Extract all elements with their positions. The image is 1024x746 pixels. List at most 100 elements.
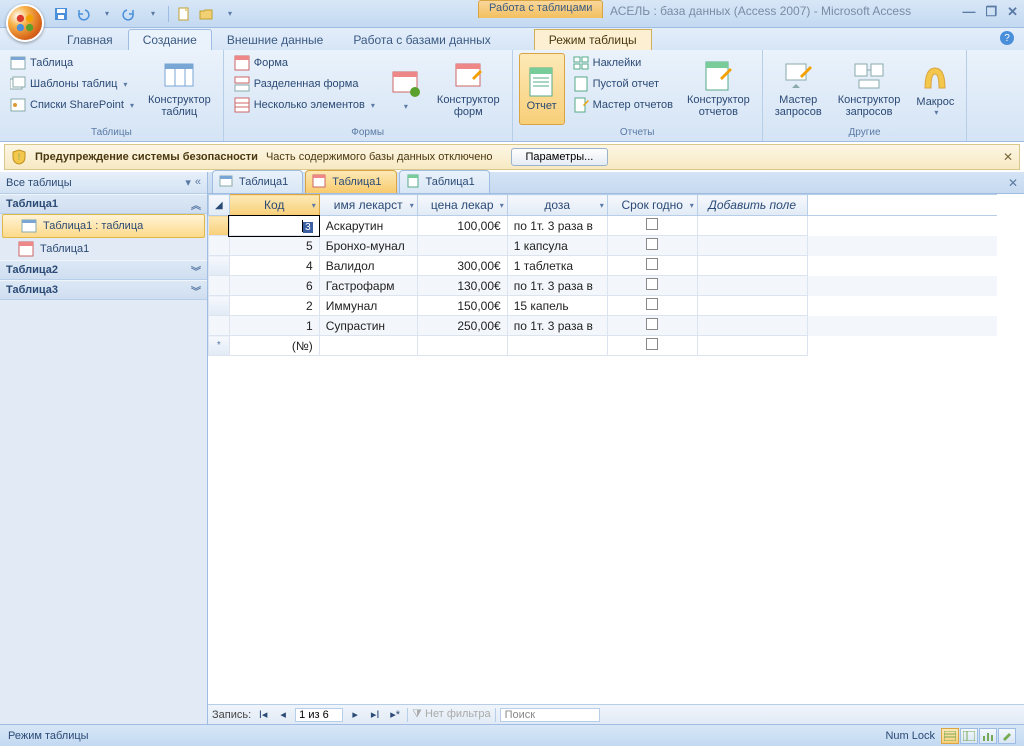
tab-external-data[interactable]: Внешние данные xyxy=(212,29,339,50)
dropdown-icon[interactable]: ▾ xyxy=(312,201,316,210)
recnav-next-icon[interactable]: ▸ xyxy=(347,708,363,721)
recnav-first-icon[interactable]: I◂ xyxy=(255,708,271,721)
cell-empty[interactable] xyxy=(507,336,607,356)
btn-table-designer[interactable]: Конструктор таблиц xyxy=(142,53,217,125)
recnav-last-icon[interactable]: ▸I xyxy=(367,708,383,721)
btn-table-templates[interactable]: Шаблоны таблиц▾ xyxy=(6,74,138,94)
cell-expiry[interactable] xyxy=(607,256,697,276)
checkbox-icon[interactable] xyxy=(646,238,658,250)
cell-name[interactable]: Иммунал xyxy=(319,296,417,316)
recnav-new-icon[interactable]: ▸* xyxy=(387,708,403,721)
cell-dose[interactable]: 1 капсула xyxy=(507,236,607,256)
tab-home[interactable]: Главная xyxy=(52,29,128,50)
redo-dropdown-icon[interactable]: ▾ xyxy=(144,5,162,23)
cell-price[interactable]: 100,00€ xyxy=(417,216,507,236)
cell-price[interactable]: 250,00€ xyxy=(417,316,507,336)
cell-code[interactable]: 1 xyxy=(229,316,319,336)
row-selector[interactable] xyxy=(209,216,230,236)
btn-report-designer[interactable]: Конструктор отчетов xyxy=(681,53,756,125)
recnav-search-input[interactable]: Поиск xyxy=(500,708,600,722)
cell-code[interactable]: 3 xyxy=(229,216,319,236)
redo-icon[interactable] xyxy=(120,5,138,23)
btn-query-wizard[interactable]: Мастер запросов xyxy=(769,53,828,125)
checkbox-icon[interactable] xyxy=(646,278,658,290)
new-icon[interactable] xyxy=(175,5,193,23)
cell-expiry[interactable] xyxy=(607,216,697,236)
cell-empty[interactable] xyxy=(697,216,807,236)
dropdown-icon[interactable]: ▾ xyxy=(410,201,414,210)
cell-empty[interactable] xyxy=(697,296,807,316)
cell-expiry[interactable] xyxy=(607,316,697,336)
cell-dose[interactable]: 15 капель xyxy=(507,296,607,316)
cell-code[interactable]: 6 xyxy=(229,276,319,296)
row-selector[interactable] xyxy=(209,256,230,276)
dropdown-icon[interactable]: ▾ xyxy=(690,201,694,210)
nav-group-table1[interactable]: Таблица1︽ xyxy=(0,194,207,214)
col-expiry[interactable]: Срок годно▾ xyxy=(607,195,697,216)
cell-expiry[interactable] xyxy=(607,296,697,316)
nav-item-table1-form[interactable]: Таблица1 xyxy=(0,238,207,260)
cell-empty[interactable] xyxy=(697,276,807,296)
doc-tab-2[interactable]: Таблица1 xyxy=(305,170,396,193)
security-close-icon[interactable]: ✕ xyxy=(1003,150,1013,164)
table-row[interactable]: 2Иммунал150,00€15 капель xyxy=(209,296,998,316)
datasheet[interactable]: ◢ Код▾ имя лекарст▾ цена лекар▾ доза▾ Ср… xyxy=(208,194,1024,704)
view-pivot-icon[interactable] xyxy=(960,728,978,744)
col-code[interactable]: Код▾ xyxy=(229,195,319,216)
doc-tab-3[interactable]: Таблица1 xyxy=(399,170,490,193)
doc-tab-close-icon[interactable]: ✕ xyxy=(1008,176,1018,190)
col-name[interactable]: имя лекарст▾ xyxy=(319,195,417,216)
cell-name[interactable]: Аскарутин xyxy=(319,216,417,236)
cell-dose[interactable]: 1 таблетка xyxy=(507,256,607,276)
cell-empty[interactable] xyxy=(697,236,807,256)
table-row[interactable]: 1Супрастин250,00€по 1т. 3 раза в xyxy=(209,316,998,336)
help-icon[interactable]: ? xyxy=(1000,31,1014,45)
cell-dose[interactable]: по 1т. 3 раза в xyxy=(507,276,607,296)
cell-empty[interactable] xyxy=(697,316,807,336)
btn-form-designer[interactable]: Конструктор форм xyxy=(431,53,506,125)
btn-query-designer[interactable]: Конструктор запросов xyxy=(832,53,907,125)
table-row[interactable]: 5Бронхо-мунал1 капсула xyxy=(209,236,998,256)
col-price[interactable]: цена лекар▾ xyxy=(417,195,507,216)
cell-dose[interactable]: по 1т. 3 раза в xyxy=(507,216,607,236)
security-options-button[interactable]: Параметры... xyxy=(511,148,609,166)
table-row[interactable]: 3Аскарутин100,00€по 1т. 3 раза в xyxy=(209,216,998,236)
table-row[interactable]: 4Валидол300,00€1 таблетка xyxy=(209,256,998,276)
btn-table[interactable]: Таблица xyxy=(6,53,138,73)
qat-customize-icon[interactable]: ▾ xyxy=(221,5,239,23)
cell-price[interactable]: 150,00€ xyxy=(417,296,507,316)
cell-name[interactable]: Супрастин xyxy=(319,316,417,336)
restore-button[interactable]: ❐ xyxy=(985,4,997,20)
recnav-position-input[interactable] xyxy=(295,708,343,722)
table-row-new[interactable]: *(№) xyxy=(209,336,998,356)
cell-expiry[interactable] xyxy=(607,276,697,296)
table-row[interactable]: 6Гастрофарм130,00€по 1т. 3 раза в xyxy=(209,276,998,296)
undo-icon[interactable] xyxy=(74,5,92,23)
cell-name[interactable]: Бронхо-мунал xyxy=(319,236,417,256)
cell-empty[interactable] xyxy=(417,336,507,356)
checkbox-icon[interactable] xyxy=(646,298,658,310)
nav-pane-header[interactable]: Все таблицы ▾ « xyxy=(0,172,207,194)
btn-split-form[interactable]: Разделенная форма xyxy=(230,74,379,94)
dropdown-icon[interactable]: ▾ xyxy=(600,201,604,210)
row-selector[interactable] xyxy=(209,316,230,336)
cell-name[interactable]: Гастрофарм xyxy=(319,276,417,296)
row-selector[interactable] xyxy=(209,236,230,256)
checkbox-icon[interactable] xyxy=(646,258,658,270)
view-design-icon[interactable] xyxy=(998,728,1016,744)
btn-labels[interactable]: Наклейки xyxy=(569,53,677,73)
cell-code[interactable]: 2 xyxy=(229,296,319,316)
row-selector[interactable] xyxy=(209,296,230,316)
save-icon[interactable] xyxy=(52,5,70,23)
select-all-corner[interactable]: ◢ xyxy=(209,195,230,216)
row-selector[interactable] xyxy=(209,276,230,296)
doc-tab-1[interactable]: Таблица1 xyxy=(212,170,303,193)
btn-macro[interactable]: Макрос▾ xyxy=(910,53,960,125)
cell-price[interactable] xyxy=(417,236,507,256)
cell-expiry[interactable] xyxy=(607,236,697,256)
btn-blank-report[interactable]: Пустой отчет xyxy=(569,74,677,94)
row-selector-new[interactable]: * xyxy=(209,336,230,356)
tab-create[interactable]: Создание xyxy=(128,29,212,50)
nav-group-table3[interactable]: Таблица3︾ xyxy=(0,280,207,300)
close-button[interactable]: ✕ xyxy=(1007,4,1018,20)
